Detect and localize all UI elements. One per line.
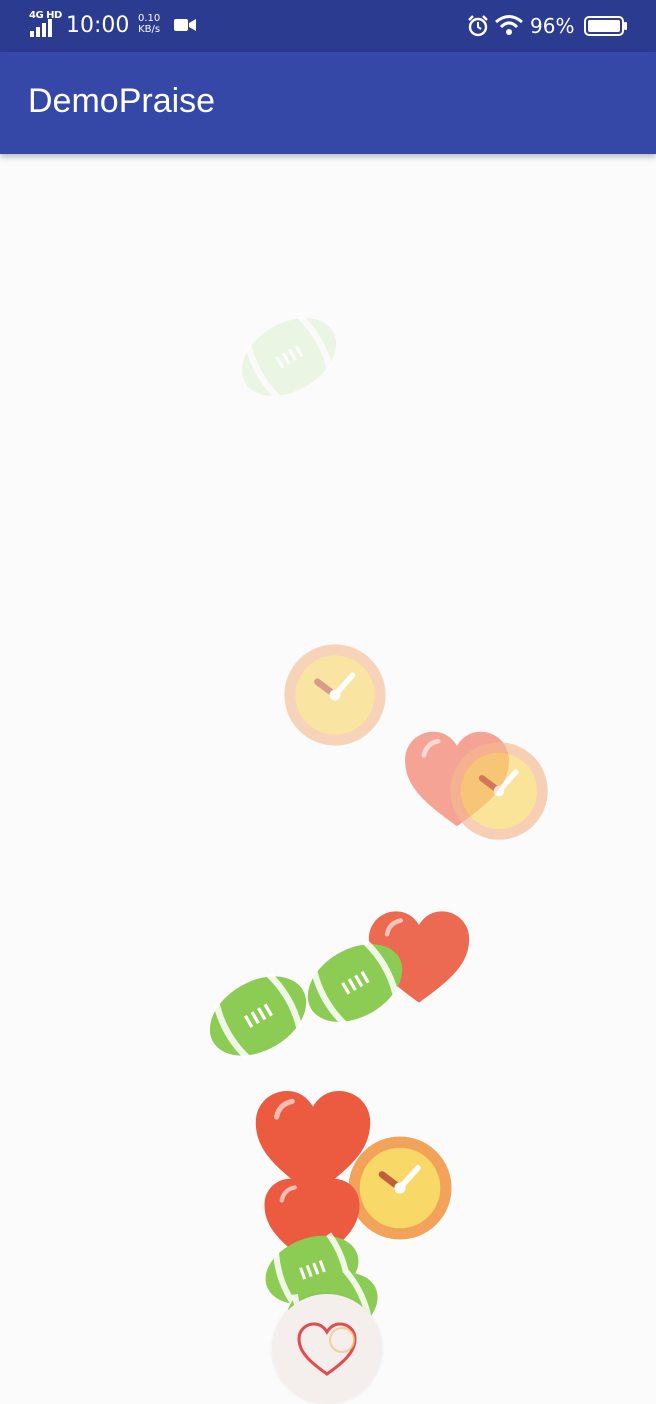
clock-icon [450,742,548,840]
battery-icon [584,16,627,36]
status-bar: 4G HD 10:00 0.10 KB/s 96% [0,0,656,52]
network-speed: 0.10 KB/s [138,13,160,35]
clock-icon [284,644,386,746]
network-speed-value: 0.10 [138,13,161,24]
clock-time: 10:00 [66,13,130,38]
signal-icon [30,19,52,37]
wifi-icon [495,15,523,35]
heart-outline-icon [297,1322,357,1376]
praise-animation-area [0,154,656,1404]
football-icon [209,972,307,1060]
page-title: DemoPraise [28,82,216,120]
battery-percent: 96% [530,14,575,38]
alarm-icon [468,15,488,37]
app-bar: DemoPraise [0,52,656,154]
like-button[interactable] [272,1294,382,1404]
network-speed-unit: KB/s [138,24,161,35]
video-camera-icon [174,19,196,31]
football-icon [307,940,403,1026]
football-icon [241,314,337,400]
